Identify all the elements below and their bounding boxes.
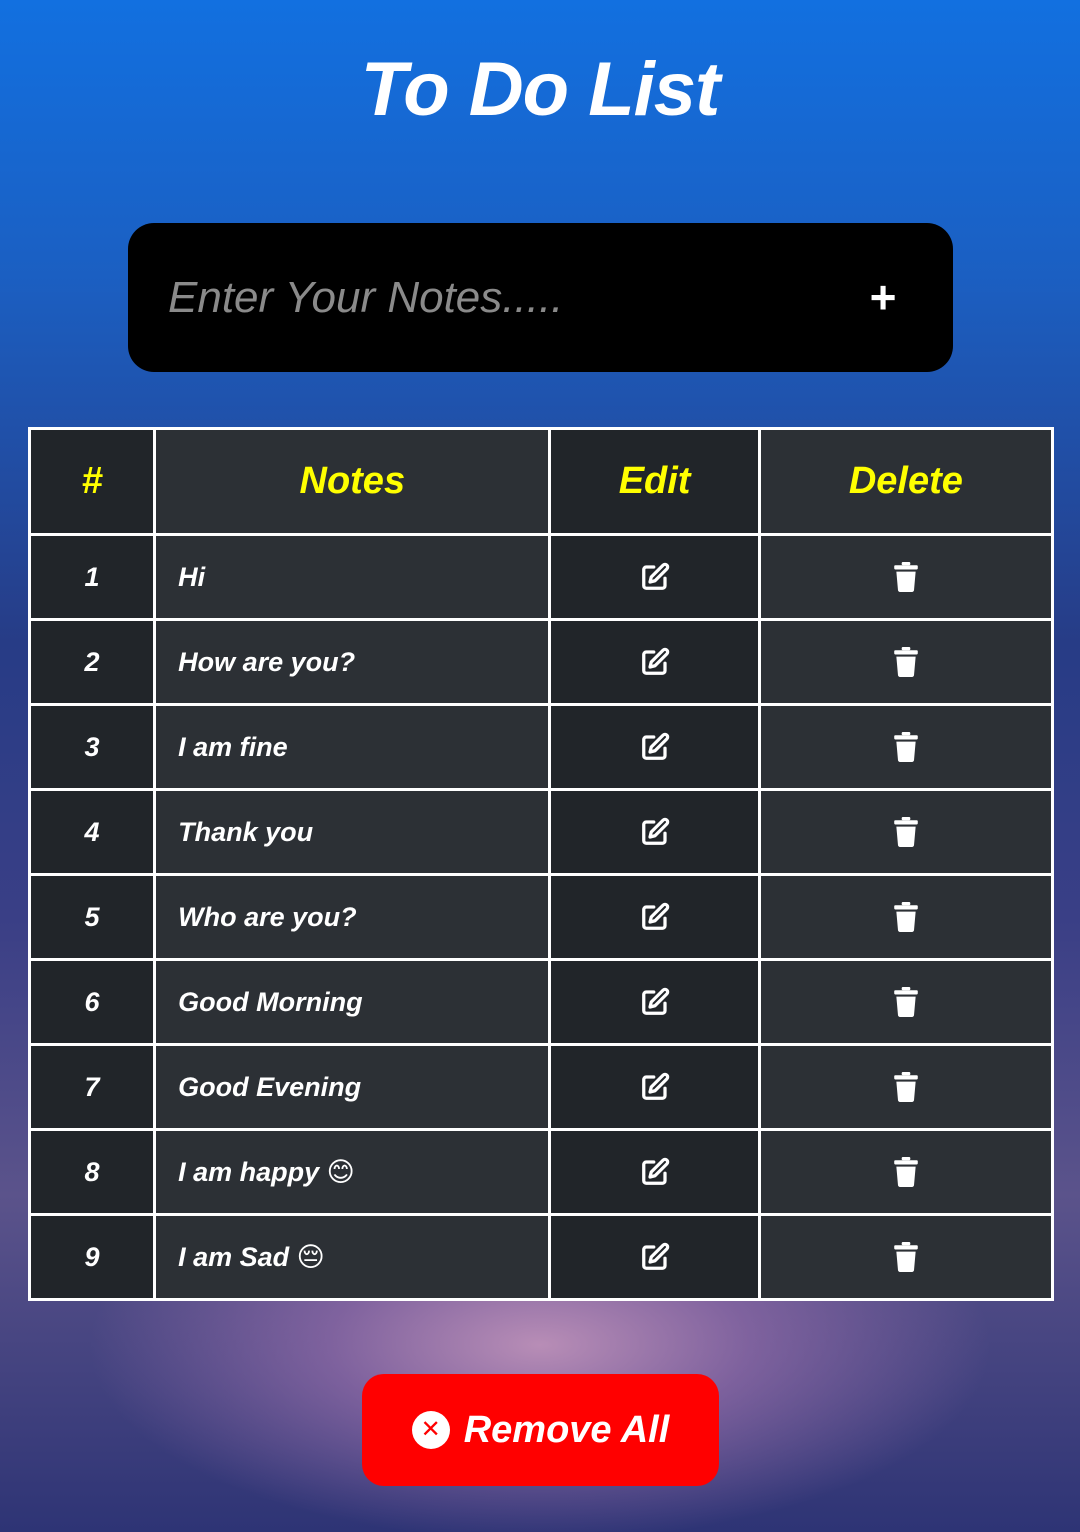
table-row: 3I am fine — [27, 703, 1055, 791]
edit-icon[interactable] — [635, 897, 675, 937]
row-edit-cell — [548, 1128, 761, 1216]
remove-all-label: Remove All — [463, 1408, 670, 1451]
row-note-text: Hi — [153, 533, 552, 621]
row-note-text: I am Sad 😔 — [153, 1213, 552, 1301]
row-number: 1 — [27, 533, 157, 621]
row-delete-cell — [757, 788, 1055, 876]
trash-icon[interactable] — [886, 557, 926, 597]
row-edit-cell — [548, 1043, 761, 1131]
table-row: 4 Thank you — [27, 788, 1055, 876]
row-note-text: Good Morning — [153, 958, 552, 1046]
x-circle-icon: ✕ — [411, 1411, 450, 1449]
trash-icon[interactable] — [886, 1067, 926, 1107]
trash-icon[interactable] — [886, 897, 926, 937]
trash-icon[interactable] — [886, 1152, 926, 1192]
edit-icon[interactable] — [635, 1067, 675, 1107]
trash-icon[interactable] — [886, 727, 926, 767]
header-number: # — [27, 427, 157, 536]
note-input[interactable] — [168, 223, 828, 372]
row-note-text: How are you? — [153, 618, 552, 706]
table-body: 1 Hi 2 How are you? 3 I am fine 4 Thank you 5 Who… — [27, 533, 1055, 1301]
table-row: 7 Good Evening — [27, 1043, 1055, 1131]
row-delete-cell — [757, 533, 1055, 621]
table-row: 6 Good Morning — [27, 958, 1055, 1046]
row-note-text: Good Evening — [153, 1043, 552, 1131]
row-note-text: I am happy 😊 — [153, 1128, 552, 1216]
table-row: 1 Hi — [27, 533, 1055, 621]
row-number: 2 — [27, 618, 157, 706]
edit-icon[interactable] — [635, 557, 675, 597]
row-number: 6 — [27, 958, 157, 1046]
row-number: 4 — [27, 788, 157, 876]
row-edit-cell — [548, 1213, 761, 1301]
row-number: 7 — [27, 1043, 157, 1131]
row-edit-cell — [548, 618, 761, 706]
row-delete-cell — [757, 958, 1055, 1046]
row-edit-cell — [548, 788, 761, 876]
trash-icon[interactable] — [886, 982, 926, 1022]
table-row: 8I am happy 😊 — [27, 1128, 1055, 1216]
note-input-bar: + — [128, 223, 953, 372]
trash-icon[interactable] — [886, 1237, 926, 1277]
row-number: 8 — [27, 1128, 157, 1216]
row-number: 3 — [27, 703, 157, 791]
row-edit-cell — [548, 873, 761, 961]
row-delete-cell — [757, 873, 1055, 961]
header-notes: Notes — [153, 427, 552, 536]
row-edit-cell — [548, 958, 761, 1046]
edit-icon[interactable] — [635, 982, 675, 1022]
edit-icon[interactable] — [635, 1152, 675, 1192]
edit-icon[interactable] — [635, 812, 675, 852]
row-delete-cell — [757, 1128, 1055, 1216]
row-number: 5 — [27, 873, 157, 961]
trash-icon[interactable] — [886, 642, 926, 682]
edit-icon[interactable] — [635, 1237, 675, 1277]
trash-icon[interactable] — [886, 812, 926, 852]
header-edit: Edit — [548, 427, 761, 536]
row-edit-cell — [548, 533, 761, 621]
table-row: 2 How are you? — [27, 618, 1055, 706]
todo-app: To Do List + # Notes Edit Delete 1Hi2How… — [0, 0, 1080, 1532]
row-delete-cell — [757, 1043, 1055, 1131]
table-row: 9I am Sad 😔 — [27, 1213, 1055, 1301]
notes-table: # Notes Edit Delete 1 Hi 2 How are you? 3 I a… — [27, 427, 1055, 1301]
row-number: 9 — [27, 1213, 157, 1301]
remove-all-button[interactable]: ✕ Remove All — [362, 1374, 719, 1486]
add-note-button[interactable]: + — [853, 267, 913, 327]
row-delete-cell — [757, 618, 1055, 706]
page-title: To Do List — [360, 47, 721, 132]
table-row: 5 Who are you? — [27, 873, 1055, 961]
row-delete-cell — [757, 703, 1055, 791]
plus-icon: + — [869, 271, 897, 323]
row-note-text: Who are you? — [153, 873, 552, 961]
row-note-text: I am fine — [153, 703, 552, 791]
edit-icon[interactable] — [635, 642, 675, 682]
edit-icon[interactable] — [635, 727, 675, 767]
row-delete-cell — [757, 1213, 1055, 1301]
table-header-row: # Notes Edit Delete — [27, 427, 1055, 536]
header-delete: Delete — [757, 427, 1055, 536]
row-edit-cell — [548, 703, 761, 791]
row-note-text: Thank you — [153, 788, 552, 876]
